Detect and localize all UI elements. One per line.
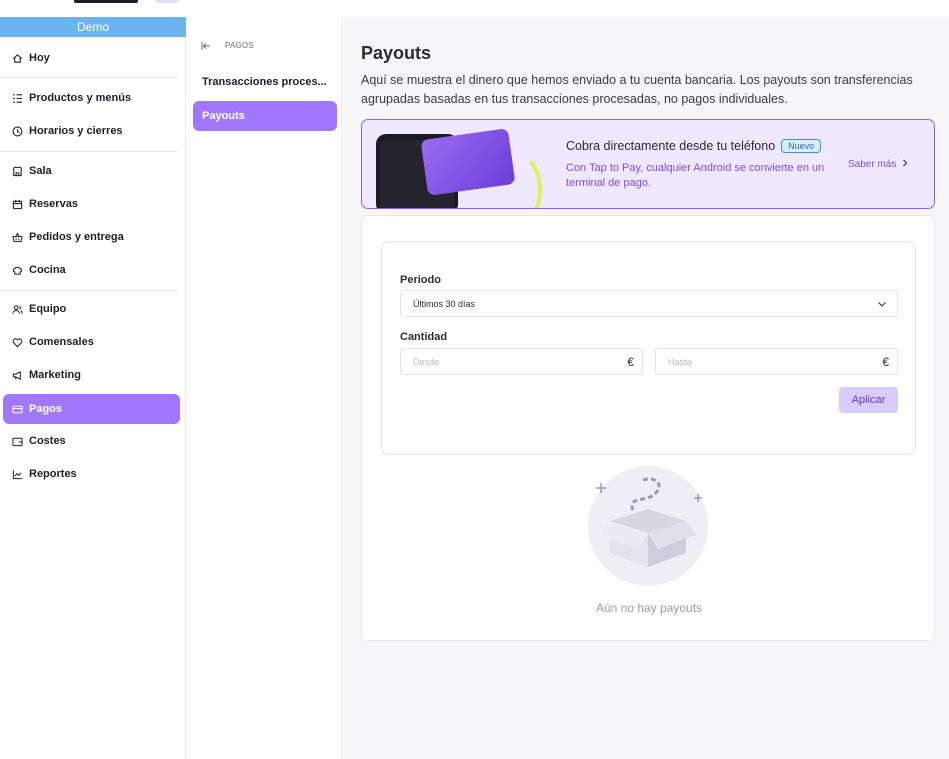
subnav-item-payouts[interactable]: Payouts xyxy=(193,101,337,131)
card-icon xyxy=(11,403,23,415)
chef-hat-icon xyxy=(11,264,23,276)
divider xyxy=(0,290,178,291)
to-placeholder: Hasta xyxy=(668,356,692,367)
heart-icon xyxy=(11,336,23,348)
main-content: Payouts Aquí se muestra el dinero que he… xyxy=(343,17,949,759)
megaphone-icon xyxy=(11,369,23,381)
new-badge: Nuevo xyxy=(781,139,822,153)
sidebar-item-comensales[interactable]: Comensales xyxy=(3,327,180,357)
filter-card: Periodo Últimos 30 días Cantidad Desde €… xyxy=(381,241,916,455)
subnav-title: PAGOS xyxy=(225,41,254,50)
workspace-banner[interactable]: Demo xyxy=(0,17,186,37)
page-description: Aquí se muestra el dinero que hemos envi… xyxy=(361,73,913,106)
sidebar-item-hoy[interactable]: Hoy xyxy=(3,43,180,73)
sidebar-item-label: Comensales xyxy=(29,336,94,348)
sidebar-item-label: Reservas xyxy=(29,198,78,210)
amount-from-input[interactable]: Desde € xyxy=(400,348,643,375)
wallet-icon xyxy=(11,435,23,447)
sidebar-item-costes[interactable]: Costes xyxy=(3,426,180,456)
empty-box-illustration xyxy=(588,466,708,586)
learn-more-link[interactable]: Saber más xyxy=(848,159,908,170)
sidebar-item-label: Horarios y cierres xyxy=(29,125,123,137)
sidebar-item-label: Pedidos y entrega xyxy=(29,231,124,243)
payouts-panel: Periodo Últimos 30 días Cantidad Desde €… xyxy=(361,215,935,641)
sidebar-item-productos[interactable]: Productos y menús xyxy=(3,83,180,113)
sidebar-item-reservas[interactable]: Reservas xyxy=(3,189,180,219)
sidebar-item-cocina[interactable]: Cocina xyxy=(3,255,180,285)
home-icon xyxy=(11,52,23,64)
top-strip xyxy=(0,0,949,17)
period-value: Últimos 30 días xyxy=(413,298,476,309)
collapse-arrow-icon[interactable] xyxy=(201,41,211,50)
sidebar-item-label: Reportes xyxy=(29,468,77,480)
sidebar-item-label: Costes xyxy=(29,435,66,447)
euro-symbol: € xyxy=(627,355,634,369)
sub-navigation: PAGOS Transacciones proces... Payouts xyxy=(187,17,342,759)
divider xyxy=(0,77,178,78)
amount-label: Cantidad xyxy=(400,331,448,343)
team-icon xyxy=(11,303,23,315)
sidebar-item-label: Equipo xyxy=(29,303,67,315)
sidebar-item-label: Productos y menús xyxy=(29,92,132,104)
chevron-right-icon xyxy=(902,159,908,170)
sidebar-item-sala[interactable]: Sala xyxy=(3,156,180,186)
sidebar-item-reportes[interactable]: Reportes xyxy=(3,459,180,489)
learn-more-label: Saber más xyxy=(848,159,897,170)
from-placeholder: Desde xyxy=(413,356,440,367)
promo-banner[interactable]: Cobra directamente desde tu teléfono Nue… xyxy=(361,119,935,209)
clock-icon xyxy=(11,125,23,137)
sidebar-item-equipo[interactable]: Equipo xyxy=(3,294,180,324)
banner-text: Con Tap to Pay, cualquier Android se con… xyxy=(566,162,825,189)
subnav-item-transacciones[interactable]: Transacciones proces... xyxy=(193,67,337,97)
sidebar-item-label: Hoy xyxy=(29,52,50,64)
amount-to-input[interactable]: Hasta € xyxy=(655,348,898,375)
sidebar-item-label: Sala xyxy=(29,165,52,177)
euro-symbol: € xyxy=(882,355,889,369)
basket-icon xyxy=(11,231,23,243)
divider xyxy=(0,151,178,152)
top-pill xyxy=(155,0,179,3)
period-select[interactable]: Últimos 30 días xyxy=(400,290,898,317)
sidebar-item-horarios[interactable]: Horarios y cierres xyxy=(3,116,180,146)
chart-icon xyxy=(11,468,23,480)
list-icon xyxy=(11,92,23,104)
banner-title-row: Cobra directamente desde tu teléfono Nue… xyxy=(566,139,822,153)
calendar-icon xyxy=(11,198,23,210)
chevron-down-icon xyxy=(877,299,887,309)
sidebar: Demo Hoy Productos y menús Horarios y ci… xyxy=(0,17,186,759)
sidebar-item-marketing[interactable]: Marketing xyxy=(3,360,180,390)
banner-title: Cobra directamente desde tu teléfono xyxy=(566,139,776,153)
sidebar-item-label: Marketing xyxy=(29,369,81,381)
app-logo-fragment xyxy=(74,0,138,3)
apply-button[interactable]: Aplicar xyxy=(839,387,898,413)
sidebar-item-pagos[interactable]: Pagos xyxy=(3,394,180,424)
sidebar-item-pedidos[interactable]: Pedidos y entrega xyxy=(3,222,180,252)
store-icon xyxy=(11,165,23,177)
sidebar-item-label: Cocina xyxy=(29,264,66,276)
subnav-header: PAGOS xyxy=(201,41,254,50)
empty-state-text: Aún no hay payouts xyxy=(595,601,703,615)
page-title: Payouts xyxy=(361,43,432,63)
period-label: Periodo xyxy=(400,274,441,286)
sidebar-item-label: Pagos xyxy=(29,403,63,415)
